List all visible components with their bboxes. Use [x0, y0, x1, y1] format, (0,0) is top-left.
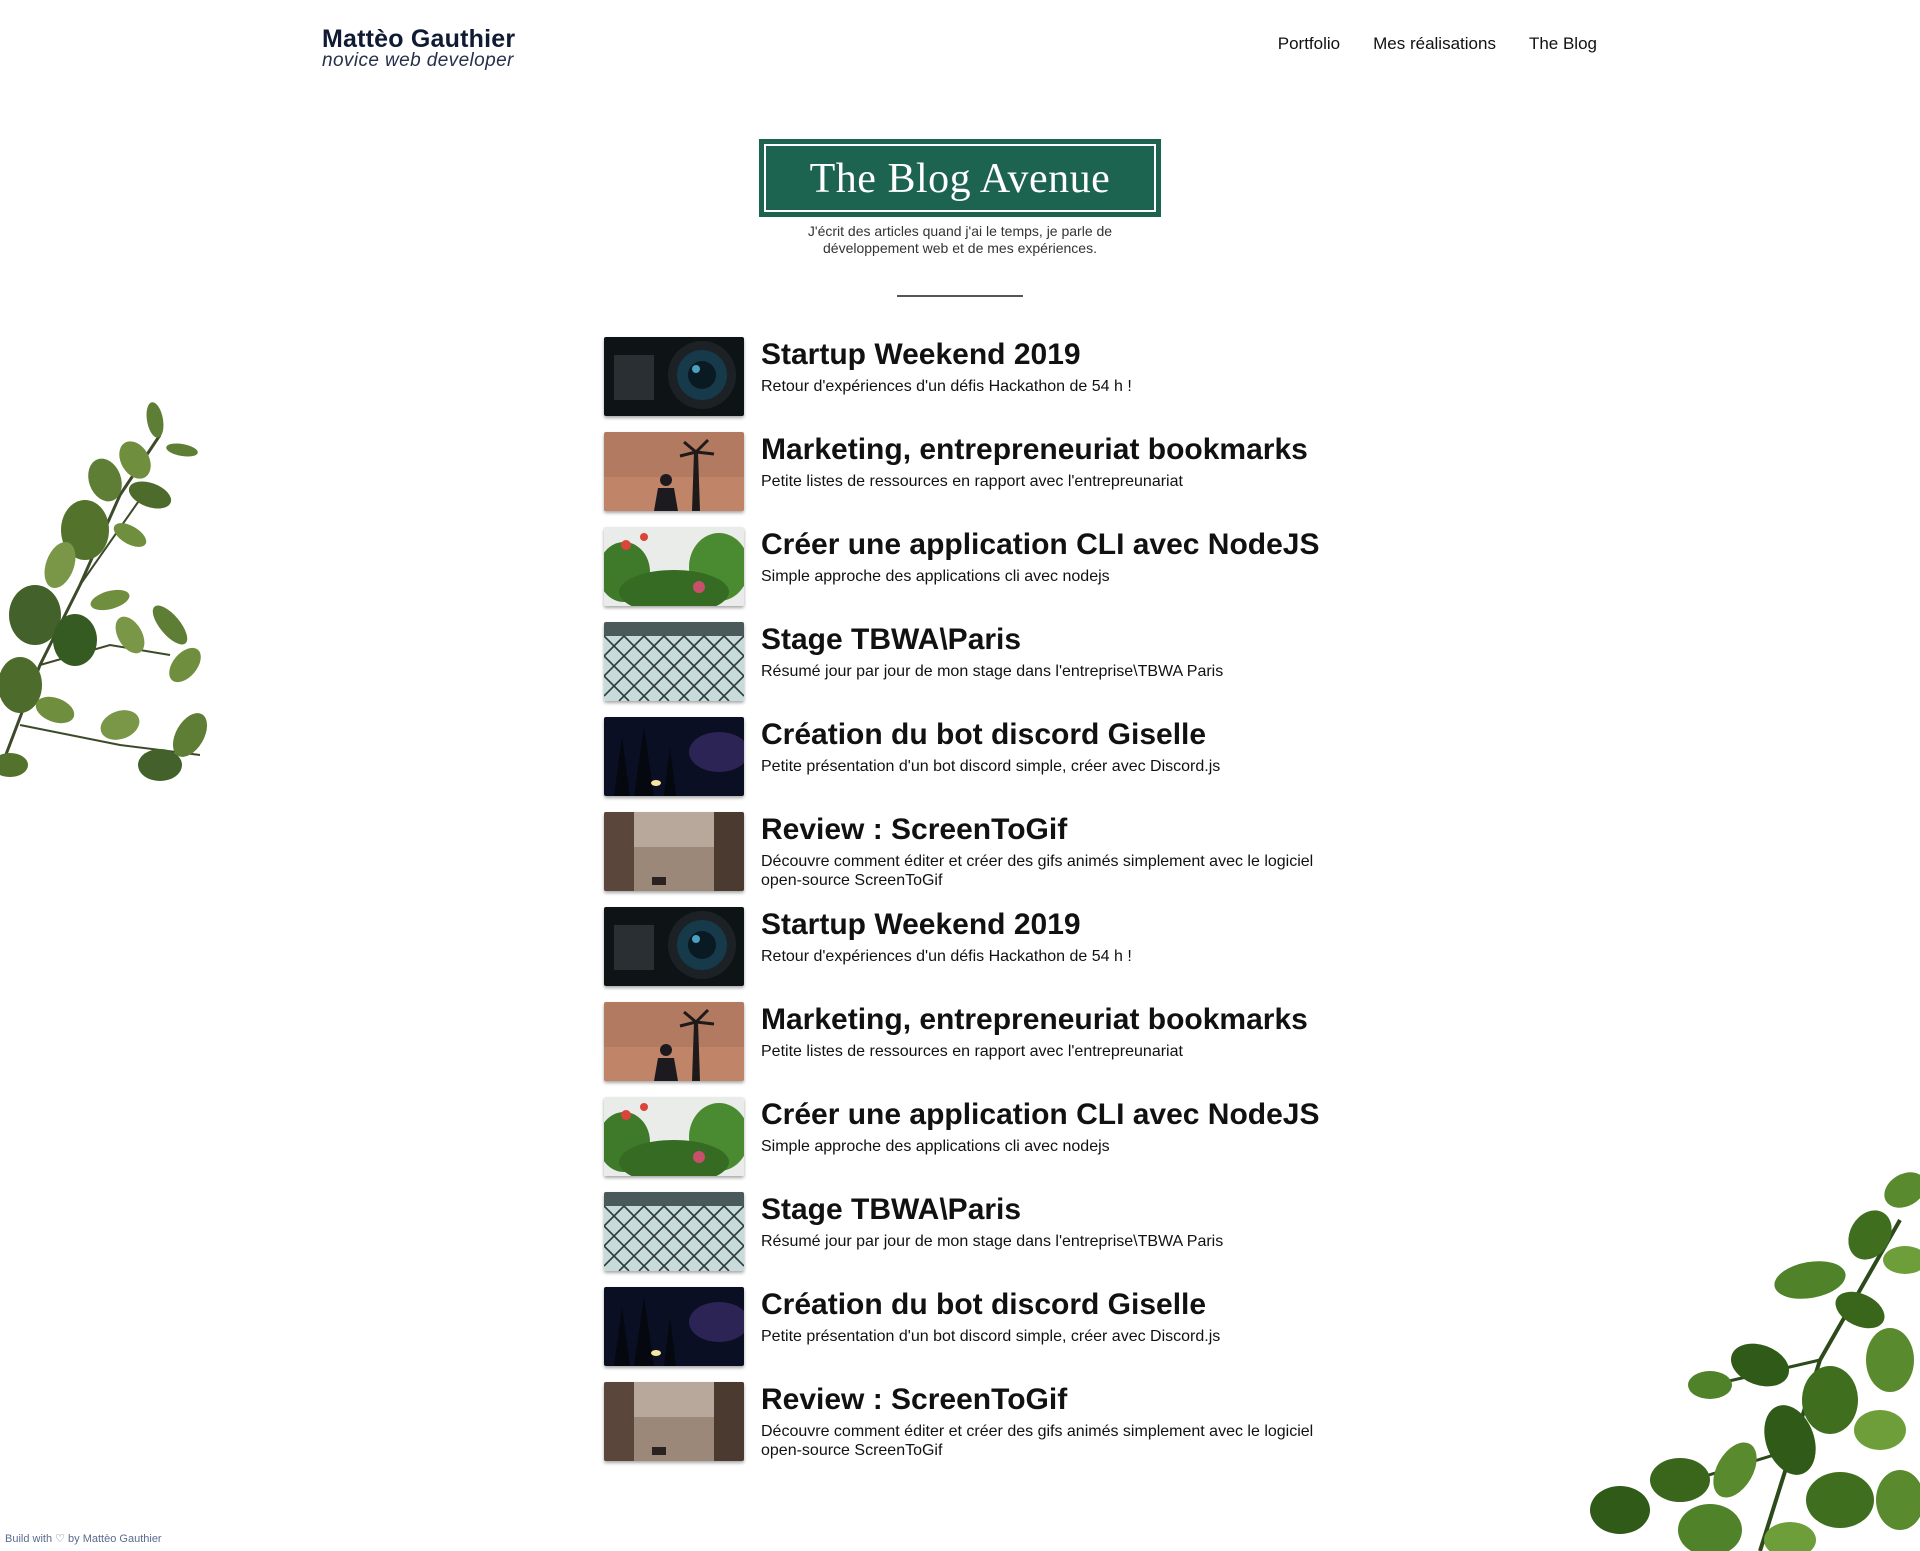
post-description: Petite listes de ressources en rapport a… [761, 473, 1183, 490]
chain-fence-thumbnail [604, 1192, 744, 1271]
post-item[interactable]: Review : ScreenToGif Découvre comment éd… [604, 812, 1324, 907]
blog-title-banner: The Blog Avenue [759, 139, 1161, 217]
chain-fence-thumbnail [604, 622, 744, 701]
post-item[interactable]: Créer une application CLI avec NodeJS Si… [604, 527, 1324, 622]
post-item[interactable]: Création du bot discord Giselle Petite p… [604, 1287, 1324, 1382]
brand-tagline: novice web developer [322, 50, 514, 71]
post-item[interactable]: Review : ScreenToGif Découvre comment éd… [604, 1382, 1324, 1477]
beach-window-thumbnail [604, 812, 744, 891]
blog-title: The Blog Avenue [809, 156, 1111, 202]
brand-name: Mattèo Gauthier [322, 25, 516, 53]
post-item[interactable]: Création du bot discord Giselle Petite p… [604, 717, 1324, 812]
post-title[interactable]: Marketing, entrepreneuriat bookmarks [761, 433, 1321, 467]
divider [897, 295, 1023, 297]
ficus-plant-decoration [1590, 1172, 1920, 1551]
beach-window-thumbnail [604, 1382, 744, 1461]
post-title[interactable]: Review : ScreenToGif [761, 813, 1321, 847]
nav-link-realisations[interactable]: Mes réalisations [1373, 34, 1496, 54]
sunset-silhouette-thumbnail [604, 1002, 744, 1081]
eucalyptus-plant-decoration [0, 402, 208, 781]
night-forest-thumbnail [604, 717, 744, 796]
post-description: Simple approche des applications cli ave… [761, 568, 1110, 585]
post-item[interactable]: Startup Weekend 2019 Retour d'expérience… [604, 907, 1324, 1002]
post-item[interactable]: Stage TBWA\Paris Résumé jour par jour de… [604, 622, 1324, 717]
post-title[interactable]: Review : ScreenToGif [761, 1383, 1321, 1417]
post-description: Petite listes de ressources en rapport a… [761, 1043, 1183, 1060]
post-title[interactable]: Création du bot discord Giselle [761, 1288, 1321, 1322]
post-title[interactable]: Création du bot discord Giselle [761, 718, 1321, 752]
blog-description: J'écrit des articles quand j'ai le temps… [807, 223, 1113, 256]
post-item[interactable]: Stage TBWA\Paris Résumé jour par jour de… [604, 1192, 1324, 1287]
post-title[interactable]: Stage TBWA\Paris [761, 1193, 1321, 1227]
post-description: Résumé jour par jour de mon stage dans l… [761, 1233, 1224, 1250]
nav-link-portfolio[interactable]: Portfolio [1278, 34, 1340, 54]
post-title[interactable]: Créer une application CLI avec NodeJS [761, 1098, 1321, 1132]
post-description: Simple approche des applications cli ave… [761, 1138, 1110, 1155]
camera-lens-thumbnail [604, 337, 744, 416]
post-description: Découvre comment éditer et créer des gif… [761, 1423, 1314, 1459]
post-item[interactable]: Marketing, entrepreneuriat bookmarks Pet… [604, 1002, 1324, 1097]
brand-logo[interactable]: Mattèo Gauthier novice web developer [322, 26, 515, 70]
post-item[interactable]: Startup Weekend 2019 Retour d'expérience… [604, 337, 1324, 432]
post-description: Retour d'expériences d'un défis Hackatho… [761, 378, 1132, 395]
post-title[interactable]: Stage TBWA\Paris [761, 623, 1321, 657]
post-description: Petite présentation d'un bot discord sim… [761, 1328, 1221, 1345]
main-nav: Portfolio Mes réalisations The Blog [1278, 34, 1597, 54]
post-title[interactable]: Marketing, entrepreneuriat bookmarks [761, 1003, 1321, 1037]
post-item[interactable]: Marketing, entrepreneuriat bookmarks Pet… [604, 432, 1324, 527]
post-description: Découvre comment éditer et créer des gif… [761, 853, 1314, 889]
post-description: Résumé jour par jour de mon stage dans l… [761, 663, 1224, 680]
post-title[interactable]: Startup Weekend 2019 [761, 338, 1321, 372]
post-title[interactable]: Startup Weekend 2019 [761, 908, 1321, 942]
plants-thumbnail [604, 527, 744, 606]
post-description: Petite présentation d'un bot discord sim… [761, 758, 1221, 775]
nav-link-blog[interactable]: The Blog [1529, 34, 1597, 54]
plants-thumbnail [604, 1097, 744, 1176]
post-description: Retour d'expériences d'un défis Hackatho… [761, 948, 1132, 965]
sunset-silhouette-thumbnail [604, 432, 744, 511]
footer-credit: Build with ♡ by Mattèo Gauthier [5, 1533, 162, 1545]
post-title[interactable]: Créer une application CLI avec NodeJS [761, 528, 1321, 562]
post-list: Startup Weekend 2019 Retour d'expérience… [604, 337, 1324, 1477]
post-item[interactable]: Créer une application CLI avec NodeJS Si… [604, 1097, 1324, 1192]
night-forest-thumbnail [604, 1287, 744, 1366]
camera-lens-thumbnail [604, 907, 744, 986]
